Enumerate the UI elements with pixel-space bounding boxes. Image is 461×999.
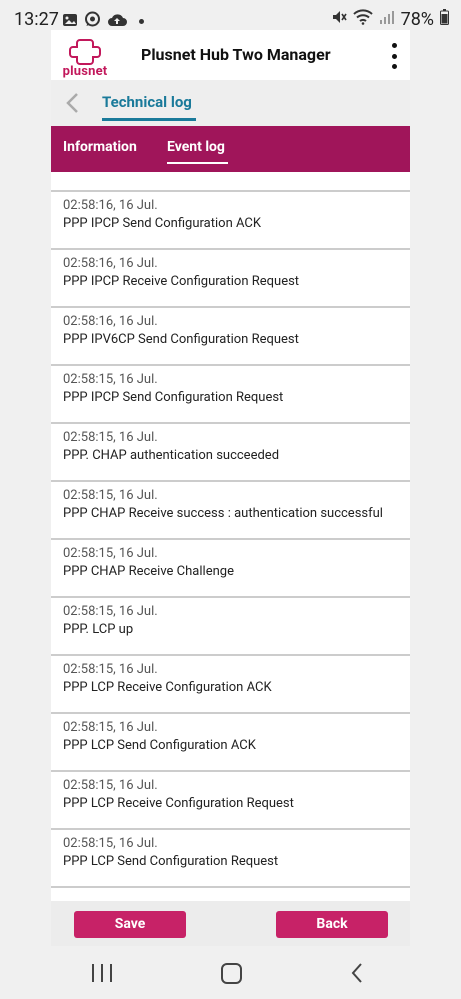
list-divider	[51, 886, 410, 888]
list-item: 02:58:15, 16 Jul. PPP IPCP Send Configur…	[51, 364, 410, 422]
active-tab-indicator	[167, 162, 228, 164]
tab-bar: Information Event log	[51, 126, 410, 172]
recent-apps-icon[interactable]	[92, 964, 112, 982]
signal-icon	[379, 9, 395, 30]
home-icon[interactable]	[221, 963, 242, 984]
list-item: 02:58:15, 16 Jul. PPP LCP Receive Config…	[51, 770, 410, 828]
page-title: Technical log	[102, 93, 192, 111]
event-timestamp: 02:58:15, 16 Jul.	[63, 546, 158, 561]
footer-actions: Save Back	[51, 901, 410, 946]
battery-percent: 78%	[400, 9, 434, 30]
app-title: Plusnet Hub Two Manager	[141, 45, 331, 64]
back-icon[interactable]	[350, 962, 364, 984]
plusnet-cross-icon	[69, 39, 101, 65]
logo-text: plusnet	[62, 64, 108, 79]
event-message: PPP LCP Receive Configuration Request	[63, 796, 294, 811]
whatsapp-icon	[84, 11, 101, 32]
event-timestamp: 02:58:15, 16 Jul.	[63, 720, 158, 735]
event-timestamp: 02:58:15, 16 Jul.	[63, 836, 158, 851]
event-timestamp: 02:58:16, 16 Jul.	[63, 256, 158, 271]
event-message: PPP LCP Send Configuration ACK	[63, 738, 256, 753]
tab-information[interactable]: Information	[63, 139, 137, 155]
page-title-underline	[102, 118, 196, 121]
list-item: 02:58:15, 16 Jul. PPP LCP Send Configura…	[51, 828, 410, 886]
app-window: plusnet Plusnet Hub Two Manager Technica…	[51, 30, 410, 946]
event-timestamp: 02:58:15, 16 Jul.	[63, 430, 158, 445]
event-timestamp: 02:58:16, 16 Jul.	[63, 314, 158, 329]
event-message: PPP IPCP Send Configuration Request	[63, 390, 284, 405]
event-message: PPP. CHAP authentication succeeded	[63, 448, 280, 463]
system-nav-bar	[0, 946, 461, 999]
event-message: PPP CHAP Receive Challenge	[63, 564, 234, 579]
event-timestamp: 02:58:15, 16 Jul.	[63, 778, 158, 793]
plusnet-logo: plusnet	[59, 38, 111, 79]
list-item: 02:58:15, 16 Jul. PPP. LCP up	[51, 596, 410, 654]
list-item: 02:58:15, 16 Jul. PPP CHAP Receive Chall…	[51, 538, 410, 596]
wifi-icon	[352, 9, 373, 30]
mute-icon	[331, 9, 347, 30]
event-message: PPP IPCP Send Configuration ACK	[63, 216, 262, 231]
list-item: 02:58:16, 16 Jul. PPP IPV6CP Send Config…	[51, 306, 410, 364]
list-item: 02:58:15, 16 Jul. PPP LCP Receive Config…	[51, 654, 410, 712]
chevron-left-icon[interactable]	[65, 92, 81, 114]
event-message: PPP CHAP Receive success : authenticatio…	[63, 506, 383, 521]
gallery-icon	[62, 12, 78, 32]
page-header: Technical log	[51, 80, 410, 126]
cloud-upload-icon	[107, 12, 127, 32]
event-message: PPP IPCP Receive Configuration Request	[63, 274, 300, 289]
list-item: 02:58:15, 16 Jul. PPP. CHAP authenticati…	[51, 422, 410, 480]
event-timestamp: 02:58:15, 16 Jul.	[63, 662, 158, 677]
event-timestamp: 02:58:15, 16 Jul.	[63, 488, 158, 503]
event-message: PPP. LCP up	[63, 622, 134, 637]
event-log-list: 02:58:16, 16 Jul. PPP IPCP Send Configur…	[51, 190, 410, 888]
event-message: PPP IPV6CP Send Configuration Request	[63, 332, 299, 347]
more-vertical-icon[interactable]	[390, 43, 398, 69]
list-item: 02:58:16, 16 Jul. PPP IPCP Send Configur…	[51, 190, 410, 248]
event-message: PPP LCP Send Configuration Request	[63, 854, 279, 869]
list-item: 02:58:16, 16 Jul. PPP IPCP Receive Confi…	[51, 248, 410, 306]
event-timestamp: 02:58:15, 16 Jul.	[63, 372, 158, 387]
event-timestamp: 02:58:16, 16 Jul.	[63, 198, 158, 213]
save-button[interactable]: Save	[74, 911, 186, 938]
status-notification-icons	[62, 11, 144, 32]
event-timestamp: 02:58:15, 16 Jul.	[63, 604, 158, 619]
tab-event-log[interactable]: Event log	[167, 139, 225, 155]
status-system-icons: 78%	[331, 9, 449, 30]
event-message: PPP LCP Receive Configuration ACK	[63, 680, 272, 695]
list-item: 02:58:15, 16 Jul. PPP CHAP Receive succe…	[51, 480, 410, 538]
app-bar: plusnet Plusnet Hub Two Manager	[51, 30, 410, 80]
list-item: 02:58:15, 16 Jul. PPP LCP Send Configura…	[51, 712, 410, 770]
battery-icon	[440, 9, 449, 30]
status-time: 13:27	[14, 9, 59, 30]
back-button[interactable]: Back	[276, 911, 388, 938]
notification-dot	[139, 19, 144, 24]
